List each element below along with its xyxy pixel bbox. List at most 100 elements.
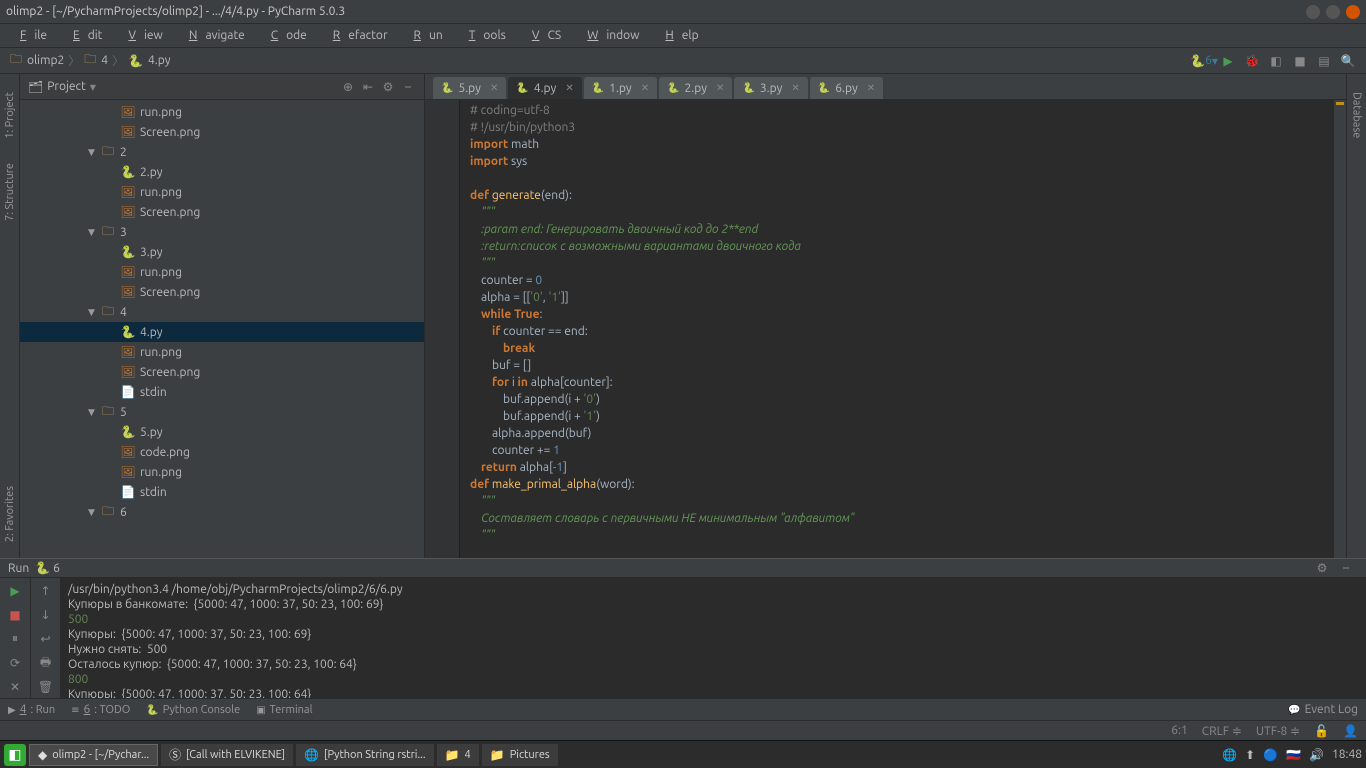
tree-file[interactable]: 🖼Screen.png: [20, 362, 424, 382]
run-settings-icon[interactable]: ⚙: [1313, 559, 1331, 577]
tree-file[interactable]: 🐍4.py: [20, 322, 424, 342]
menu-help[interactable]: Help: [649, 27, 706, 44]
editor-tab[interactable]: 🐍5.py✕: [433, 77, 506, 99]
run-button[interactable]: ▶: [1219, 52, 1237, 70]
readonly-lock-icon[interactable]: 🔓: [1314, 724, 1329, 738]
menu-navigate[interactable]: Navigate: [173, 27, 253, 44]
tree-file[interactable]: 📄stdin: [20, 382, 424, 402]
close-button[interactable]: [1346, 5, 1360, 19]
hide-button[interactable]: ⎯: [400, 79, 416, 95]
tree-file[interactable]: 🖼run.png: [20, 262, 424, 282]
menu-window[interactable]: Window: [571, 27, 647, 44]
database-tool-tab[interactable]: Database: [1349, 84, 1365, 146]
tool-button[interactable]: 🐍Python Console: [146, 703, 240, 716]
tree-file[interactable]: 🖼Screen.png: [20, 202, 424, 222]
search-button[interactable]: 🔍: [1339, 52, 1357, 70]
taskbar-task[interactable]: ◆olimp2 - [~/Pychar...: [29, 744, 158, 766]
tray-icon[interactable]: 🌐: [1222, 748, 1237, 762]
tree-file[interactable]: 🖼run.png: [20, 182, 424, 202]
run-hide-button[interactable]: ⎯: [1337, 559, 1355, 577]
tray-icon[interactable]: 🔊: [1309, 748, 1324, 762]
tree-file[interactable]: 🖼Screen.png: [20, 282, 424, 302]
tree-folder[interactable]: ▼🗀3: [20, 222, 424, 242]
editor-tab[interactable]: 🐍4.py✕: [508, 77, 581, 99]
scroll-from-source-button[interactable]: ⊕: [340, 79, 356, 95]
run-config-selector[interactable]: 🐍 6 ▾: [1195, 52, 1213, 70]
tool-button[interactable]: ≡6: TODO: [71, 703, 130, 716]
close-tab-icon[interactable]: ✕: [565, 82, 573, 94]
layout-button[interactable]: ▤: [1315, 52, 1333, 70]
print-button[interactable]: 🖶: [37, 654, 55, 672]
tree-file[interactable]: 📄stdin: [20, 482, 424, 502]
inspector-icon[interactable]: 👤: [1343, 724, 1358, 738]
close-button[interactable]: ✕: [6, 678, 24, 696]
up-trace-button[interactable]: ↑: [37, 582, 55, 600]
restart-button[interactable]: ⟳: [6, 654, 24, 672]
tree-file[interactable]: 🐍2.py: [20, 162, 424, 182]
menu-code[interactable]: Code: [255, 27, 315, 44]
editor-tab[interactable]: 🐍1.py✕: [584, 77, 657, 99]
tree-folder[interactable]: ▼🗀2: [20, 142, 424, 162]
tree-folder[interactable]: ▼🗀5: [20, 402, 424, 422]
tree-file[interactable]: 🐍3.py: [20, 242, 424, 262]
tray-icon[interactable]: ⬆: [1245, 748, 1255, 762]
event-log-button[interactable]: 💬Event Log: [1288, 703, 1358, 716]
stop-process-button[interactable]: ■: [6, 606, 24, 624]
pause-button[interactable]: ⏸: [6, 630, 24, 648]
cursor-position[interactable]: 6:1: [1171, 724, 1188, 737]
tree-file[interactable]: 🖼Screen.png: [20, 122, 424, 142]
tree-file[interactable]: 🖼run.png: [20, 102, 424, 122]
maximize-button[interactable]: [1326, 5, 1340, 19]
coverage-button[interactable]: ◧: [1267, 52, 1285, 70]
console-output[interactable]: /usr/bin/python3.4 /home/obj/PycharmProj…: [60, 578, 1366, 706]
breadcrumb[interactable]: 🗀olimp2: [6, 49, 68, 72]
close-tab-icon[interactable]: ✕: [641, 82, 649, 94]
breadcrumb[interactable]: 🗀4: [80, 49, 112, 72]
tree-file[interactable]: 🖼code.png: [20, 442, 424, 462]
down-trace-button[interactable]: ↓: [37, 606, 55, 624]
close-tab-icon[interactable]: ✕: [867, 82, 875, 94]
taskbar-task[interactable]: 📁Pictures: [482, 744, 558, 766]
menu-edit[interactable]: Edit: [57, 27, 110, 44]
debug-button[interactable]: 🐞: [1243, 52, 1261, 70]
menu-vcs[interactable]: VCS: [516, 27, 569, 44]
breadcrumb[interactable]: 🐍4.py: [124, 53, 174, 69]
editor-tab[interactable]: 🐍3.py✕: [734, 77, 807, 99]
tree-file[interactable]: 🖼run.png: [20, 462, 424, 482]
tray-icon[interactable]: 🔵: [1263, 748, 1278, 762]
error-stripe[interactable]: [1334, 100, 1346, 558]
menu-view[interactable]: View: [112, 27, 170, 44]
rerun-button[interactable]: ▶: [6, 582, 24, 600]
file-encoding[interactable]: UTF-8 ≑: [1256, 724, 1300, 738]
start-menu-button[interactable]: ◧: [4, 744, 26, 766]
editor-tab[interactable]: 🐍2.py✕: [659, 77, 732, 99]
settings-gear-icon[interactable]: ⚙: [380, 79, 396, 95]
tool-button[interactable]: ▣Terminal: [256, 703, 312, 716]
line-ending[interactable]: CRLF ≑: [1202, 724, 1242, 738]
close-tab-icon[interactable]: ✕: [716, 82, 724, 94]
tree-file[interactable]: 🖼run.png: [20, 342, 424, 362]
taskbar-task[interactable]: Ⓢ[Call with ELVIKENE]: [161, 744, 293, 766]
menu-run[interactable]: Run: [398, 27, 451, 44]
project-tool-tab[interactable]: 1: Project: [2, 84, 18, 147]
project-view-selector[interactable]: ▾: [90, 80, 96, 94]
taskbar-task[interactable]: 📁4: [437, 744, 479, 766]
close-tab-icon[interactable]: ✕: [490, 82, 498, 94]
menu-refactor[interactable]: Refactor: [317, 27, 396, 44]
structure-tool-tab[interactable]: 7: Structure: [2, 155, 18, 229]
tool-button[interactable]: ▶4: Run: [8, 703, 55, 716]
soft-wrap-button[interactable]: ↩: [37, 630, 55, 648]
minimize-button[interactable]: [1306, 5, 1320, 19]
tray-icon[interactable]: 🇷🇺: [1286, 748, 1301, 762]
editor-tab[interactable]: 🐍6.py✕: [810, 77, 883, 99]
warning-marker[interactable]: [1336, 102, 1344, 105]
taskbar-task[interactable]: 🌐[Python String rstri...: [296, 744, 434, 766]
menu-tools[interactable]: Tools: [453, 27, 514, 44]
project-tree[interactable]: 🖼run.png🖼Screen.png▼🗀2🐍2.py🖼run.png🖼Scre…: [20, 100, 424, 558]
clear-button[interactable]: 🗑: [37, 678, 55, 696]
favorites-tool-tab[interactable]: 2: Favorites: [2, 478, 18, 550]
tray-icon[interactable]: 18:48: [1332, 748, 1362, 761]
code-editor[interactable]: # coding=utf-8# !/usr/bin/python3import …: [460, 100, 1334, 558]
tree-folder[interactable]: ▼🗀4: [20, 302, 424, 322]
menu-file[interactable]: File: [4, 27, 55, 44]
